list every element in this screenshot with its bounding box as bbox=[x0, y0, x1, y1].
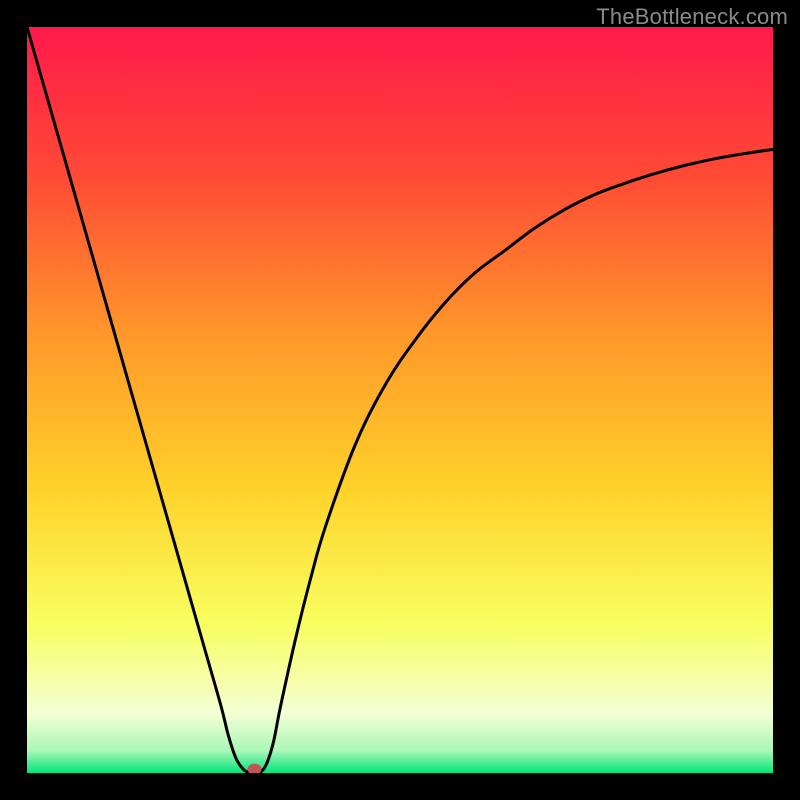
plot-area bbox=[27, 27, 773, 773]
chart-frame: TheBottleneck.com bbox=[0, 0, 800, 800]
gradient-background bbox=[27, 27, 773, 773]
watermark-text: TheBottleneck.com bbox=[596, 4, 788, 30]
bottleneck-curve-plot bbox=[27, 27, 773, 773]
